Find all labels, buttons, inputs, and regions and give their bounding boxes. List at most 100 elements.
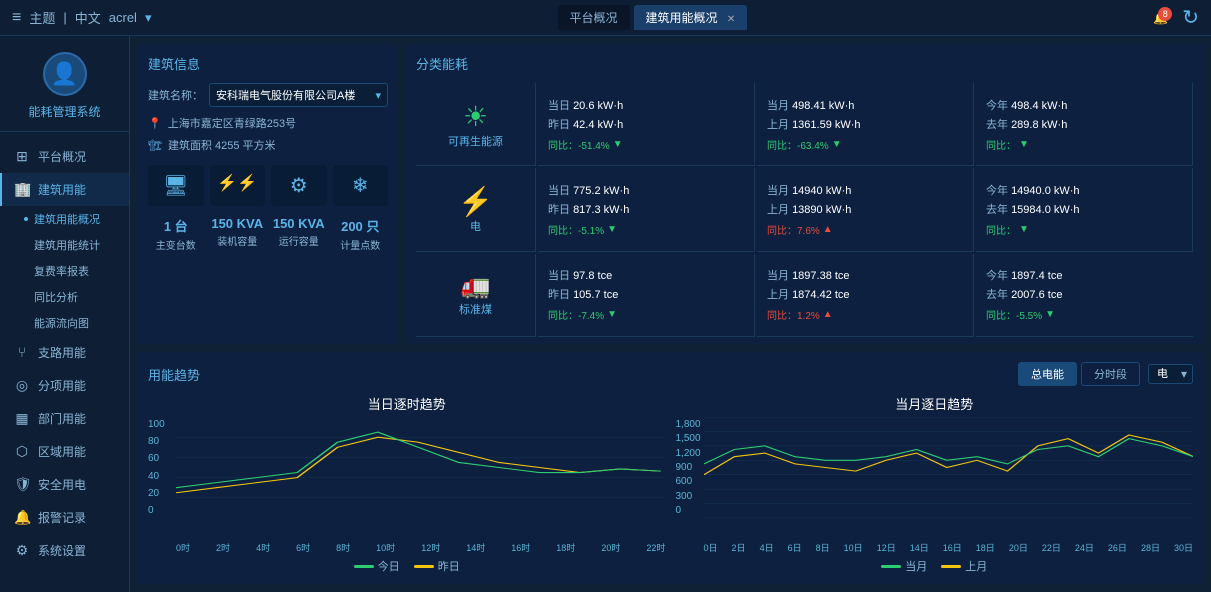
settings-icon: ⚙ xyxy=(14,542,30,559)
coal-year-cell: 今年 1897.4 tce 去年 2007.6 tce 同比：-5.5% xyxy=(976,254,1193,337)
renewable-label: 可再生能源 xyxy=(448,133,503,149)
sidebar-item-dept[interactable]: ▦ 部门用能 xyxy=(0,402,129,435)
renewable-month-label: 当月 498.41 kW·h xyxy=(767,97,963,113)
day-chart-inner xyxy=(176,417,666,518)
stat-value-running: 150 KVA xyxy=(271,216,327,231)
btn-total-energy[interactable]: 总电能 xyxy=(1018,362,1077,386)
coal-day-label: 当日 97.8 tce xyxy=(548,267,744,283)
trend-type-select[interactable]: 电 水 气 热 xyxy=(1148,364,1193,384)
elec-month-compare: 同比：7.6% xyxy=(767,222,963,237)
day-x-labels: 0时2时4时6时8时10时12时14时16时18时20时22时 xyxy=(176,541,666,554)
building-area-row: 🏗 建筑面积 4255 平方米 xyxy=(148,137,388,153)
dropdown-icon: ▾ xyxy=(375,89,381,102)
coal-day-cell: 当日 97.8 tce 昨日 105.7 tce 同比：-7.4% xyxy=(538,254,755,337)
user-label: acrel xyxy=(109,10,137,25)
electricity-day-cell: 当日 775.2 kW·h 昨日 817.3 kW·h 同比：-5.1% xyxy=(538,168,755,251)
sidebar-sub-tongbi[interactable]: 同比分析 xyxy=(26,284,129,310)
renewable-lastyear-label: 去年 289.8 kW·h xyxy=(986,116,1182,132)
avatar: 👤 xyxy=(43,52,87,96)
building-info-title: 建筑信息 xyxy=(148,54,388,73)
building-address: 上海市嘉定区青绿路253号 xyxy=(168,115,296,131)
stat-meters: 200 只 计量点数 xyxy=(333,216,389,252)
building-icon: 🏢 xyxy=(14,181,30,198)
topbar-left: ≡ 主题 | 中文 acrel ▾ xyxy=(12,8,151,27)
electricity-year-cell: 今年 14940.0 kW·h 去年 15984.0 kW·h 同比： xyxy=(976,168,1193,251)
day-chart-title: 当日逐时趋势 xyxy=(148,394,666,413)
close-tab-icon[interactable]: ✕ xyxy=(727,14,735,25)
coal-label: 标准煤 xyxy=(459,301,492,317)
building-address-row: 📍 上海市嘉定区青绿路253号 xyxy=(148,115,388,131)
content-area: 建筑信息 建筑名称： 安科瑞电气股份有限公司A楼 ▾ 📍 上海市嘉定区青绿路25… xyxy=(130,36,1211,592)
coal-day-value: 97.8 tce xyxy=(573,270,612,282)
building-info-panel: 建筑信息 建筑名称： 安科瑞电气股份有限公司A楼 ▾ 📍 上海市嘉定区青绿路25… xyxy=(138,44,398,344)
topbar: ≡ 主题 | 中文 acrel ▾ 平台概况 建筑用能概况 ✕ 🔔 8 ↻ xyxy=(0,0,1211,36)
btn-period-energy[interactable]: 分时段 xyxy=(1081,362,1140,386)
sidebar-item-building[interactable]: 🏢 建筑用能 xyxy=(0,173,129,206)
notification-bell[interactable]: 🔔 8 xyxy=(1153,11,1168,25)
coal-yest-value: 105.7 tce xyxy=(573,289,618,301)
building-name-value: 安科瑞电气股份有限公司A楼 xyxy=(216,87,355,103)
tab-building[interactable]: 建筑用能概况 ✕ xyxy=(634,5,748,30)
system-title: 能耗管理系统 xyxy=(28,104,100,121)
charts-row: 当日逐时趋势 100806040200 xyxy=(148,394,1193,574)
month-chart-container: 1,8001,5001,2009006003000 xyxy=(676,417,1194,538)
stat-value-transformers: 1 台 xyxy=(148,216,204,235)
lang-label[interactable]: 中文 xyxy=(75,8,101,27)
sidebar: 👤 能耗管理系统 ⊞ 平台概况 🏢 建筑用能 建筑用能概况 建筑用能统计 复费率… xyxy=(0,36,130,592)
elec-month-label: 当月 14940 kW·h xyxy=(767,182,963,198)
sidebar-item-settings[interactable]: ⚙ 系统设置 xyxy=(0,534,129,567)
sidebar-item-label: 支路用能 xyxy=(38,344,86,361)
stat-value-meters: 200 只 xyxy=(333,216,389,235)
legend-today: 今日 xyxy=(354,558,400,574)
building-name-select[interactable]: 安科瑞电气股份有限公司A楼 ▾ xyxy=(209,83,388,107)
coal-month-value: 1897.38 tce xyxy=(792,270,850,282)
renewable-day-label: 当日 20.6 kW·h xyxy=(548,97,744,113)
elec-year-compare: 同比： xyxy=(986,222,1182,237)
stat-label-meters: 计量点数 xyxy=(333,237,389,252)
elec-day-compare: 同比：-5.1% xyxy=(548,222,744,237)
day-chart-legend: 今日 昨日 xyxy=(148,558,666,574)
sidebar-item-branch[interactable]: ⑂ 支路用能 xyxy=(0,336,129,369)
sidebar-item-label: 平台概况 xyxy=(38,148,86,165)
sidebar-item-safety[interactable]: 🛡 安全用电 xyxy=(0,468,129,501)
sidebar-item-label: 分项用能 xyxy=(38,377,86,394)
elec-lmonth-label: 上月 13890 kW·h xyxy=(767,201,963,217)
refresh-icon[interactable]: ↻ xyxy=(1182,5,1199,30)
coal-lmonth-value: 1874.42 tce xyxy=(792,289,850,301)
category-energy-title: 分类能耗 xyxy=(416,54,1193,73)
renewable-day-compare: 同比：-51.4% xyxy=(548,137,744,152)
elec-yest-label: 昨日 817.3 kW·h xyxy=(548,201,744,217)
tab-platform[interactable]: 平台概况 xyxy=(558,5,630,30)
sidebar-sub-building-stats[interactable]: 建筑用能统计 xyxy=(26,232,129,258)
renewable-lmonth-value: 1361.59 kW·h xyxy=(792,119,860,131)
stat-label-transformers: 主变台数 xyxy=(148,237,204,252)
top-row: 建筑信息 建筑名称： 安科瑞电气股份有限公司A楼 ▾ 📍 上海市嘉定区青绿路25… xyxy=(138,44,1203,344)
sidebar-item-sub[interactable]: ◎ 分项用能 xyxy=(0,369,129,402)
coal-day-compare: 同比：-7.4% xyxy=(548,307,744,322)
sidebar-sub-building-overview[interactable]: 建筑用能概况 xyxy=(26,206,129,232)
elec-year-label: 今年 14940.0 kW·h xyxy=(986,182,1182,198)
device-distribution: ⚙ xyxy=(271,165,327,206)
legend-last-month: 上月 xyxy=(941,558,987,574)
elec-year-value: 14940.0 kW·h xyxy=(1011,185,1079,197)
coal-year-compare: 同比：-5.5% xyxy=(986,307,1183,322)
day-chart-svg xyxy=(176,417,666,518)
hvac-icon: ❄ xyxy=(352,173,369,198)
menu-icon[interactable]: ≡ xyxy=(12,9,21,27)
day-chart-container: 100806040200 xyxy=(148,417,666,538)
sidebar-sub-composite[interactable]: 复费率报表 xyxy=(26,258,129,284)
safety-icon: 🛡 xyxy=(14,476,30,493)
zone-icon: ⬡ xyxy=(14,443,30,460)
sidebar-item-alarm[interactable]: 🔔 报警记录 xyxy=(0,501,129,534)
elec-lmonth-value: 13890 kW·h xyxy=(792,204,851,216)
sidebar-sub-energy-flow[interactable]: 能源流向图 xyxy=(26,310,129,336)
coal-lyear-label: 去年 2007.6 tce xyxy=(986,286,1183,302)
sidebar-item-platform[interactable]: ⊞ 平台概况 xyxy=(0,140,129,173)
energy-trend-panel: 用能趋势 总电能 分时段 电 水 气 热 xyxy=(138,352,1203,584)
arrow-down-icon5 xyxy=(1019,224,1029,235)
renewable-month-cell: 当月 498.41 kW·h 上月 1361.59 kW·h 同比：-63.4% xyxy=(757,83,974,166)
last-month-legend-dot xyxy=(941,565,961,568)
sidebar-item-zone[interactable]: ⬡ 区域用能 xyxy=(0,435,129,468)
arrow-up-icon2 xyxy=(823,309,833,320)
coal-lmonth-label: 上月 1874.42 tce xyxy=(767,286,963,302)
